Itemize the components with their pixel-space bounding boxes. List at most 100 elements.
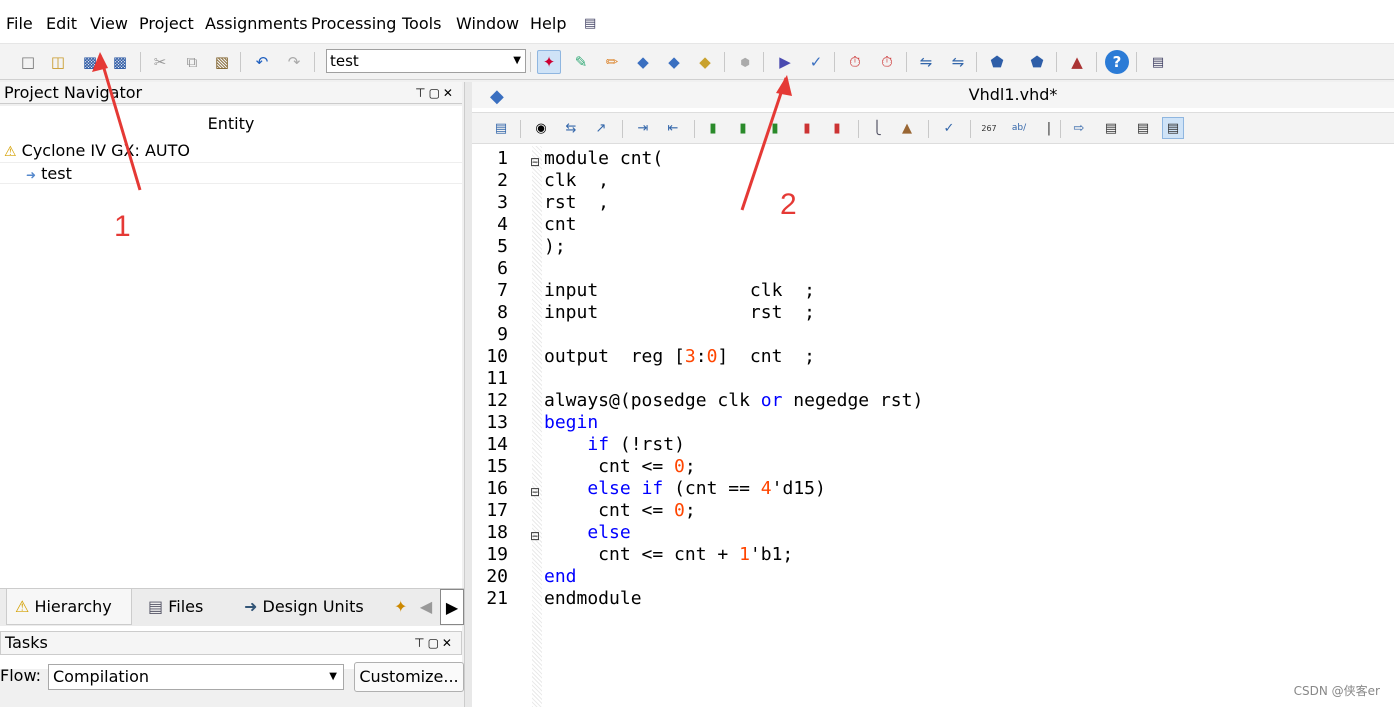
scroll-right-icon[interactable]: ▶ bbox=[440, 589, 464, 625]
code-line[interactable]: 11 bbox=[472, 368, 1394, 390]
timing-analyzer-icon[interactable]: ⏱ bbox=[843, 50, 867, 74]
menu-edit[interactable]: Edit bbox=[46, 14, 77, 33]
flow-select[interactable]: Compilation ▼ bbox=[48, 664, 344, 690]
prev-bookmark-icon[interactable]: ▮ bbox=[764, 117, 786, 139]
save-all-icon[interactable]: ▩ bbox=[108, 50, 132, 74]
code-editor: ◆ Vhdl1.vhd* ▤ ◉ ⇆ ↗ ⇥ ⇤ ▮ ▮ ▮ ▮ ▮ ⎩ ▲ ✓… bbox=[472, 82, 1394, 707]
pin-planner-icon[interactable]: ✏ bbox=[600, 50, 624, 74]
programmer-icon[interactable]: ⬟ bbox=[1025, 50, 1049, 74]
open-icon[interactable]: ◫ bbox=[46, 50, 70, 74]
help-chat-icon[interactable]: ▤ bbox=[584, 16, 596, 31]
synthesis-icon[interactable]: ◆ bbox=[662, 50, 686, 74]
tasks-controls-icon[interactable]: ⊤▢✕ bbox=[414, 632, 455, 654]
signaltap-icon[interactable]: ▲ bbox=[1065, 50, 1089, 74]
code-line[interactable]: 4 cnt bbox=[472, 214, 1394, 236]
tab-files[interactable]: ▤ Files bbox=[140, 589, 211, 625]
code-line[interactable]: 3 rst , bbox=[472, 192, 1394, 214]
clear-all-bookmarks-icon[interactable]: ▮ bbox=[826, 117, 848, 139]
netlist-viewer-icon[interactable]: ⇋ bbox=[946, 50, 970, 74]
code-line[interactable]: 15 cnt <= 0; bbox=[472, 456, 1394, 478]
menu-processing[interactable]: Processing bbox=[311, 14, 396, 33]
indent-icon[interactable]: ⇥ bbox=[632, 117, 654, 139]
timing-icon[interactable]: ⏱ bbox=[875, 50, 899, 74]
line-number: 1 bbox=[497, 148, 508, 169]
line-number-icon[interactable]: 267 bbox=[978, 117, 1000, 139]
bookmark-icon[interactable]: ▮ bbox=[702, 117, 724, 139]
panel-controls-icon[interactable]: ⊤▢✕ bbox=[415, 82, 456, 104]
code-line[interactable]: 21 endmodule bbox=[472, 588, 1394, 610]
code-line[interactable]: 1 ⊟ module cnt( bbox=[472, 148, 1394, 170]
wand-icon[interactable]: ✦ bbox=[386, 589, 415, 625]
cut-icon[interactable]: ✂ bbox=[148, 50, 172, 74]
menu-view[interactable]: View bbox=[90, 14, 128, 33]
paste-icon[interactable]: ▧ bbox=[210, 50, 234, 74]
analysis-elaboration-icon[interactable]: ✓ bbox=[804, 50, 828, 74]
code-line[interactable]: 13 begin bbox=[472, 412, 1394, 434]
split-view-icon[interactable]: ▤ bbox=[1132, 117, 1154, 139]
code-line[interactable]: 9 bbox=[472, 324, 1394, 346]
next-bookmark-icon[interactable]: ▮ bbox=[732, 117, 754, 139]
replace-icon[interactable]: ⇆ bbox=[560, 117, 582, 139]
new-file-icon[interactable]: □ bbox=[16, 50, 40, 74]
copy-icon[interactable]: ⧉ bbox=[180, 50, 204, 74]
redo-icon[interactable]: ↷ bbox=[282, 50, 306, 74]
menu-file[interactable]: File bbox=[6, 14, 33, 33]
tab-hierarchy[interactable]: ⚠ Hierarchy bbox=[6, 589, 132, 625]
assignment-editor-icon[interactable]: ✎ bbox=[569, 50, 593, 74]
code-text: cnt <= 0; bbox=[544, 456, 696, 477]
code-line[interactable]: 18 ⊟ else bbox=[472, 522, 1394, 544]
save-icon[interactable]: ▩ bbox=[78, 50, 102, 74]
code-area[interactable]: 1 ⊟ module cnt(2 clk , 3 rst , 4 cnt 5); 6 7 input … bbox=[472, 146, 1394, 707]
code-line[interactable]: 16 ⊟ else if (cnt == 4'd15) bbox=[472, 478, 1394, 500]
syntax-check-icon[interactable]: ✓ bbox=[938, 117, 960, 139]
code-line[interactable]: 10 output reg [3:0] cnt ; bbox=[472, 346, 1394, 368]
tab-arrow-icon[interactable]: ⇨ bbox=[1068, 117, 1090, 139]
document-icon[interactable]: ▤ bbox=[490, 117, 512, 139]
code-line[interactable]: 5); bbox=[472, 236, 1394, 258]
tab-design-units[interactable]: ➜ Design Units bbox=[236, 589, 372, 625]
panel-splitter[interactable] bbox=[464, 82, 472, 707]
line-number: 3 bbox=[497, 192, 508, 213]
analysis-icon[interactable]: ◆ bbox=[631, 50, 655, 74]
fitter-icon[interactable]: ◆ bbox=[693, 50, 717, 74]
code-line[interactable]: 20 end bbox=[472, 566, 1394, 588]
template-icon[interactable]: ▲ bbox=[896, 117, 918, 139]
entity-select[interactable]: test ▼ bbox=[326, 49, 526, 73]
menu-help[interactable]: Help bbox=[530, 14, 566, 33]
word-wrap-icon[interactable]: ab/ bbox=[1008, 117, 1030, 139]
code-line[interactable]: 12 always@(posedge clk or negedge rst) bbox=[472, 390, 1394, 412]
menu-tools[interactable]: Tools bbox=[402, 14, 441, 33]
code-line[interactable]: 17 cnt <= 0; bbox=[472, 500, 1394, 522]
code-line[interactable]: 8 input rst ; bbox=[472, 302, 1394, 324]
goto-icon[interactable]: ↗ bbox=[590, 117, 612, 139]
chip-planner-icon[interactable]: ✦ bbox=[537, 50, 561, 74]
attach-icon[interactable]: ⎩ bbox=[866, 117, 888, 139]
top-entity-row[interactable]: ➜ test bbox=[0, 162, 462, 184]
menu-window[interactable]: Window bbox=[456, 14, 519, 33]
feedback-icon[interactable]: ▤ bbox=[1146, 50, 1170, 74]
project-navigator-title: Project Navigator ⊤▢✕ bbox=[0, 82, 462, 104]
scroll-left-icon[interactable]: ◀ bbox=[414, 589, 438, 625]
unindent-icon[interactable]: ⇤ bbox=[662, 117, 684, 139]
code-line[interactable]: 2 clk , bbox=[472, 170, 1394, 192]
start-compilation-icon[interactable]: ▶ bbox=[773, 50, 797, 74]
tasks-title: Tasks ⊤▢✕ bbox=[0, 631, 462, 655]
customize-button[interactable]: Customize... bbox=[354, 662, 464, 692]
full-view-icon[interactable]: ▤ bbox=[1162, 117, 1184, 139]
device-row[interactable]: ⚠ Cyclone IV GX: AUTO bbox=[4, 140, 466, 162]
help-icon[interactable]: ? bbox=[1105, 50, 1129, 74]
toggle-comment-icon[interactable]: | bbox=[1038, 117, 1060, 139]
clear-bookmark-icon[interactable]: ▮ bbox=[796, 117, 818, 139]
find-icon[interactable]: ◉ bbox=[530, 117, 552, 139]
chip-icon[interactable]: ⬟ bbox=[985, 50, 1009, 74]
menu-project[interactable]: Project bbox=[139, 14, 194, 33]
rtl-viewer-icon[interactable]: ⇋ bbox=[914, 50, 938, 74]
code-line[interactable]: 14 if (!rst) bbox=[472, 434, 1394, 456]
menu-assignments[interactable]: Assignments bbox=[205, 14, 308, 33]
view-icon[interactable]: ▤ bbox=[1100, 117, 1122, 139]
stop-icon[interactable]: ⬢ bbox=[733, 50, 757, 74]
code-line[interactable]: 19 cnt <= cnt + 1'b1; bbox=[472, 544, 1394, 566]
code-line[interactable]: 6 bbox=[472, 258, 1394, 280]
code-line[interactable]: 7 input clk ; bbox=[472, 280, 1394, 302]
undo-icon[interactable]: ↶ bbox=[250, 50, 274, 74]
